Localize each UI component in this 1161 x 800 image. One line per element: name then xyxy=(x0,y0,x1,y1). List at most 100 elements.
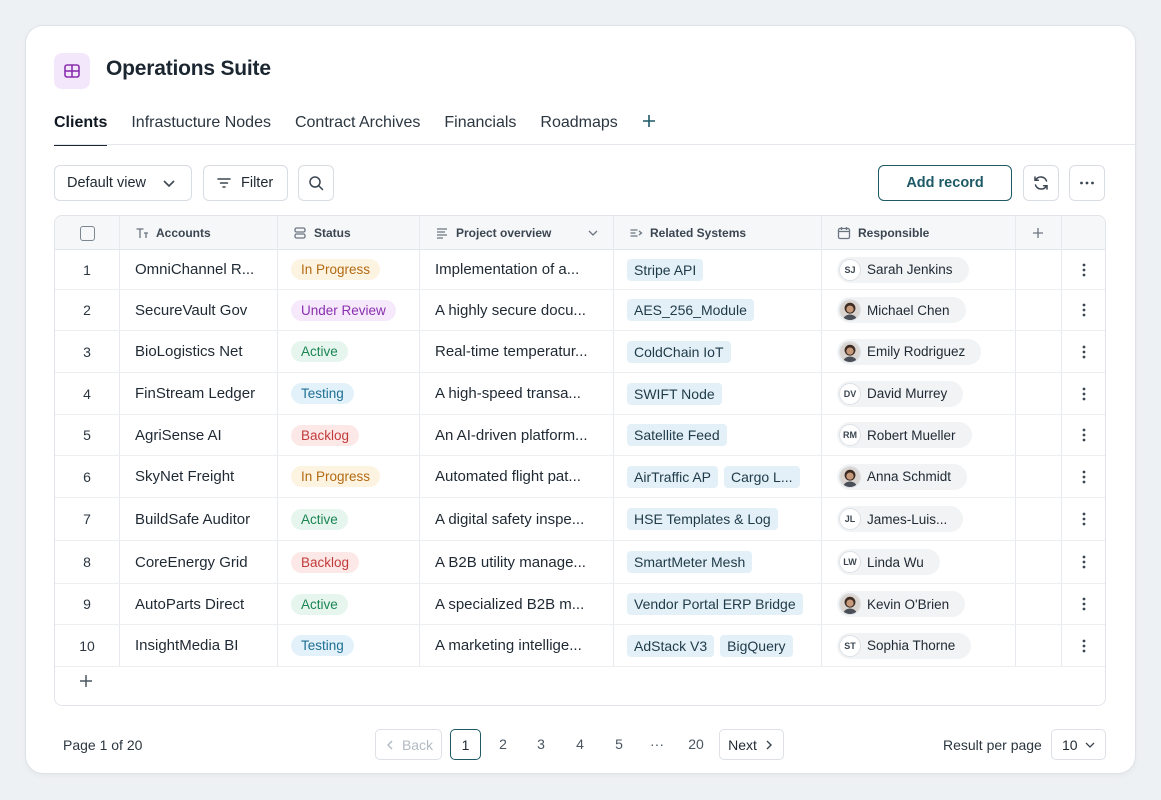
system-chip[interactable]: Vendor Portal ERP Bridge xyxy=(627,593,803,615)
refresh-button[interactable] xyxy=(1023,165,1059,201)
add-tab-button[interactable] xyxy=(642,114,656,131)
page-button[interactable]: 5 xyxy=(604,736,634,752)
project-overview[interactable]: A marketing intellige... xyxy=(435,625,613,666)
status-cell[interactable]: Under Review xyxy=(291,290,415,330)
row-menu-button[interactable] xyxy=(1061,415,1105,455)
related-systems-cell[interactable]: AirTraffic AP Cargo L... xyxy=(627,456,823,497)
person-pill[interactable]: RM Robert Mueller xyxy=(837,422,972,448)
system-chip[interactable]: AdStack V3 xyxy=(627,634,715,657)
system-chip[interactable]: SWIFT Node xyxy=(627,382,722,405)
column-header-accounts[interactable]: Accounts xyxy=(119,216,277,250)
related-systems-cell[interactable]: Stripe API xyxy=(627,250,823,289)
system-chip[interactable]: BigQuery xyxy=(720,634,793,657)
status-cell[interactable]: Active xyxy=(291,498,415,540)
person-pill[interactable]: ST Sophia Thorne xyxy=(837,632,972,659)
person-pill[interactable]: Michael Chen xyxy=(837,297,966,323)
row-menu-button[interactable] xyxy=(1061,373,1105,414)
page-button[interactable]: 2 xyxy=(488,736,518,752)
add-record-button[interactable]: Add record xyxy=(878,165,1012,201)
table-row[interactable]: 2 SecureVault Gov Under Review A highly sec… xyxy=(55,290,1105,331)
related-systems-cell[interactable]: Vendor Portal ERP Bridge xyxy=(627,584,823,624)
responsible-cell[interactable]: DV David Murrey xyxy=(837,373,1017,414)
responsible-cell[interactable]: LW Linda Wu xyxy=(837,541,1017,583)
project-overview[interactable]: Automated flight pat... xyxy=(435,456,613,497)
table-row[interactable]: 5 AgriSense AI Backlog An AI-driven platfor… xyxy=(55,415,1105,456)
related-systems-cell[interactable]: Satellite Feed xyxy=(627,415,823,455)
column-header-status[interactable]: Status xyxy=(277,216,419,250)
view-select[interactable]: Default view xyxy=(54,165,192,201)
status-cell[interactable]: In Progress xyxy=(291,456,415,497)
tab-clients[interactable]: Clients xyxy=(54,114,108,146)
table-row[interactable]: 10 InsightMedia BI Testing A marketing inte… xyxy=(55,625,1105,667)
account-name[interactable]: CoreEnergy Grid xyxy=(135,541,275,583)
tab-infrastructure-nodes[interactable]: Infrastucture Nodes xyxy=(131,114,271,146)
account-name[interactable]: FinStream Ledger xyxy=(135,373,275,414)
page-button[interactable]: 4 xyxy=(565,736,595,752)
responsible-cell[interactable]: Michael Chen xyxy=(837,290,1017,330)
row-menu-button[interactable] xyxy=(1061,541,1105,583)
select-all-checkbox[interactable] xyxy=(79,225,95,241)
person-pill[interactable]: Kevin O'Brien xyxy=(837,591,966,617)
status-cell[interactable]: Backlog xyxy=(291,541,415,583)
project-overview[interactable]: An AI-driven platform... xyxy=(435,415,613,455)
account-name[interactable]: InsightMedia BI xyxy=(135,625,275,666)
person-pill[interactable]: Emily Rodriguez xyxy=(837,338,982,365)
account-name[interactable]: OmniChannel R... xyxy=(135,250,275,289)
project-overview[interactable]: A high-speed transa... xyxy=(435,373,613,414)
person-pill[interactable]: LW Linda Wu xyxy=(837,549,940,575)
table-row[interactable]: 4 FinStream Ledger Testing A high-speed tra… xyxy=(55,373,1105,415)
person-pill[interactable]: SJ Sarah Jenkins xyxy=(837,256,969,283)
table-row[interactable]: 3 BioLogistics Net Active Real-time tempera… xyxy=(55,331,1105,373)
account-name[interactable]: BuildSafe Auditor xyxy=(135,498,275,540)
add-row-button[interactable] xyxy=(79,674,93,693)
system-chip[interactable]: HSE Templates & Log xyxy=(627,508,778,530)
project-overview[interactable]: Implementation of a... xyxy=(435,250,613,289)
chevron-down-icon[interactable] xyxy=(587,227,599,242)
account-name[interactable]: AgriSense AI xyxy=(135,415,275,455)
row-menu-button[interactable] xyxy=(1061,498,1105,540)
column-header-responsible[interactable]: Responsible xyxy=(821,216,1015,250)
project-overview[interactable]: Real-time temperatur... xyxy=(435,331,613,372)
account-name[interactable]: SkyNet Freight xyxy=(135,456,275,497)
responsible-cell[interactable]: ST Sophia Thorne xyxy=(837,625,1017,666)
page-button[interactable]: 3 xyxy=(526,736,556,752)
table-row[interactable]: 6 SkyNet Freight In Progress Automated flig… xyxy=(55,456,1105,498)
status-cell[interactable]: Active xyxy=(291,331,415,372)
project-overview[interactable]: A B2B utility manage... xyxy=(435,541,613,583)
related-systems-cell[interactable]: SmartMeter Mesh xyxy=(627,541,823,583)
filter-button[interactable]: Filter xyxy=(203,165,288,201)
account-name[interactable]: BioLogistics Net xyxy=(135,331,275,372)
tab-contract-archives[interactable]: Contract Archives xyxy=(295,114,420,146)
related-systems-cell[interactable]: AES_256_Module xyxy=(627,290,823,330)
add-column-button[interactable] xyxy=(1015,216,1061,250)
next-button[interactable]: Next xyxy=(719,729,784,760)
responsible-cell[interactable]: SJ Sarah Jenkins xyxy=(837,250,1017,289)
system-chip[interactable]: AirTraffic AP xyxy=(627,465,719,488)
table-row[interactable]: 9 AutoParts Direct Active A specialized B2B… xyxy=(55,584,1105,625)
project-overview[interactable]: A highly secure docu... xyxy=(435,290,613,330)
account-name[interactable]: SecureVault Gov xyxy=(135,290,275,330)
responsible-cell[interactable]: JL James-Luis... xyxy=(837,498,1017,540)
column-header-project[interactable]: Project overview xyxy=(419,216,613,250)
search-button[interactable] xyxy=(298,165,334,201)
table-row[interactable]: 1 OmniChannel R... In Progress Implementati… xyxy=(55,250,1105,290)
table-row[interactable]: 7 BuildSafe Auditor Active A digital safety… xyxy=(55,498,1105,541)
row-menu-button[interactable] xyxy=(1061,290,1105,330)
row-menu-button[interactable] xyxy=(1061,456,1105,497)
related-systems-cell[interactable]: SWIFT Node xyxy=(627,373,823,414)
system-chip[interactable]: Cargo L... xyxy=(724,465,800,488)
system-chip[interactable]: AES_256_Module xyxy=(627,299,754,321)
system-chip[interactable]: SmartMeter Mesh xyxy=(627,551,753,573)
row-menu-button[interactable] xyxy=(1061,331,1105,372)
tab-roadmaps[interactable]: Roadmaps xyxy=(540,114,617,146)
row-menu-button[interactable] xyxy=(1061,250,1105,289)
status-cell[interactable]: Testing xyxy=(291,373,415,414)
project-overview[interactable]: A digital safety inspe... xyxy=(435,498,613,540)
system-chip[interactable]: ColdChain IoT xyxy=(627,340,731,363)
responsible-cell[interactable]: Anna Schmidt xyxy=(837,456,1017,497)
page-button[interactable]: 20 xyxy=(681,736,711,752)
person-pill[interactable]: JL James-Luis... xyxy=(837,506,964,532)
person-pill[interactable]: Anna Schmidt xyxy=(837,463,968,490)
back-button[interactable]: Back xyxy=(375,729,442,760)
system-chip[interactable]: Satellite Feed xyxy=(627,424,727,446)
